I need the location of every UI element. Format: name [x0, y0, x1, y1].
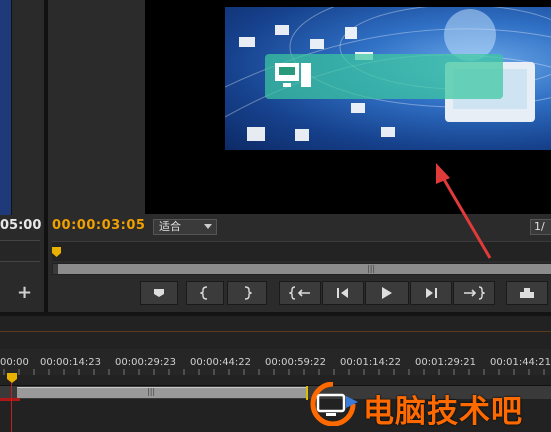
zoom-scroll-thumb[interactable]	[58, 264, 551, 274]
program-mini-ruler[interactable]	[52, 241, 551, 261]
box-icon	[275, 25, 289, 35]
ruler-label: 00:01:29:21	[415, 357, 477, 368]
video-frame	[225, 7, 551, 150]
play-icon	[382, 287, 392, 299]
zoom-level-value: 适合	[159, 220, 181, 233]
go-to-out-icon	[464, 286, 485, 300]
ruler-label: 00:00:59:22	[265, 357, 327, 368]
ruler-ticks	[3, 369, 545, 375]
ruler-label: 00:00:44:22	[190, 357, 252, 368]
work-area-marker	[0, 398, 20, 401]
video-clip[interactable]	[17, 387, 307, 398]
go-to-out-button[interactable]	[453, 281, 495, 305]
house-icon	[239, 37, 255, 47]
globe-small-icon	[295, 129, 309, 141]
document-icon	[345, 27, 357, 39]
watermark-text: 电脑技术吧	[363, 394, 523, 430]
house-small-icon	[351, 103, 365, 113]
program-timecode[interactable]: 00:00:03:05	[52, 218, 145, 233]
ruler-label: 00:01:14:22	[340, 357, 402, 368]
go-to-in-icon	[289, 286, 310, 300]
timeline-header-line	[0, 331, 551, 332]
mark-out-icon	[244, 286, 252, 300]
add-button[interactable]: +	[17, 284, 32, 302]
source-preview	[0, 0, 12, 215]
ruler-label: 00:00:14:23	[40, 357, 102, 368]
source-timecode[interactable]: 05:00	[0, 218, 41, 233]
watermark-logo	[310, 382, 358, 426]
ruler-label: 00:00:29:23	[115, 357, 177, 368]
marker-icon	[154, 289, 164, 297]
ruler-label: 00:00	[0, 357, 29, 368]
step-forward-icon	[426, 288, 437, 298]
caption-highlight-bar	[265, 54, 503, 99]
source-mini-ruler[interactable]	[0, 240, 40, 262]
computer-icon	[275, 63, 311, 87]
mark-out-button[interactable]	[227, 281, 267, 305]
cart-icon	[381, 127, 395, 137]
export-frame-icon	[520, 288, 534, 298]
chevron-down-icon	[204, 224, 212, 229]
timeline-playhead-line	[11, 383, 12, 432]
container-icon	[247, 127, 265, 141]
play-button[interactable]	[365, 281, 409, 305]
step-forward-button[interactable]	[410, 281, 452, 305]
step-back-icon	[337, 288, 348, 298]
people-icon	[310, 39, 324, 49]
ruler-label: 00:01:44:21	[490, 357, 551, 368]
go-to-in-button[interactable]	[279, 281, 321, 305]
add-marker-button[interactable]	[140, 281, 178, 305]
clip-grip-icon: |||	[147, 387, 156, 396]
scroll-grip-icon: |||	[367, 264, 376, 273]
mark-in-button[interactable]	[186, 281, 224, 305]
export-frame-button[interactable]	[506, 281, 548, 305]
mark-in-icon	[200, 286, 208, 300]
step-back-button[interactable]	[322, 281, 364, 305]
zoom-level-select[interactable]: 适合	[153, 219, 217, 235]
resolution-select[interactable]: 1/	[530, 219, 551, 235]
